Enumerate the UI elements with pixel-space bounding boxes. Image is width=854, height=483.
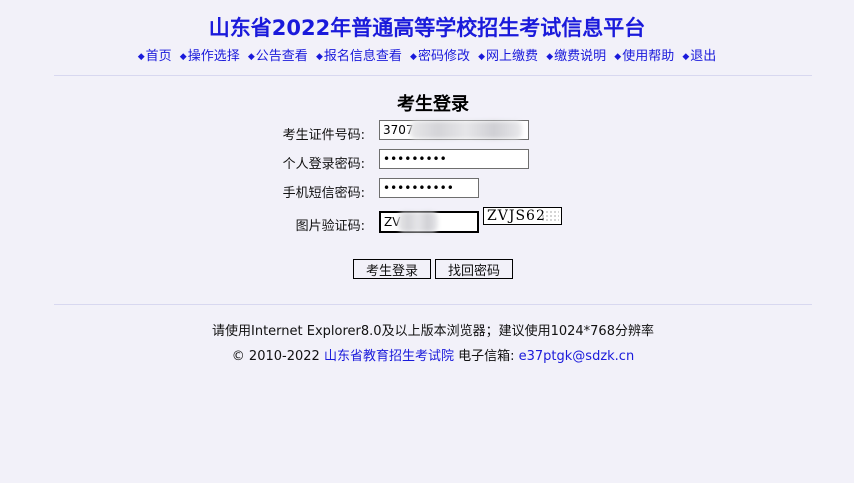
nav-label: 报名信息查看 [323, 49, 402, 64]
browser-note: 请使用Internet Explorer8.0及以上版本浏览器；建议使用1024… [212, 324, 654, 339]
id-number-row: 考生证件号码: [0, 120, 854, 144]
bullet-icon: ◆ [137, 52, 145, 62]
bullet-icon: ◆ [410, 52, 417, 62]
nav-operation-select[interactable]: ◆操作选择 [180, 49, 240, 64]
email-link[interactable]: e37ptgk@sdzk.cn [519, 349, 635, 364]
bullet-icon: ◆ [614, 52, 622, 62]
sms-password-input[interactable] [379, 178, 479, 198]
captcha-noise [541, 210, 559, 222]
nav-help[interactable]: ◆使用帮助 [614, 49, 674, 64]
sms-password-row: 手机短信密码: [0, 178, 854, 202]
nav-home[interactable]: ◆首页 [138, 49, 172, 64]
redaction-blur [398, 212, 438, 232]
divider [54, 304, 812, 305]
page-title: 山东省2022年普通高等学校招生考试信息平台 [208, 16, 646, 40]
bullet-icon: ◆ [247, 52, 255, 62]
nav-change-password[interactable]: ◆密码修改 [410, 49, 470, 64]
nav-label: 使用帮助 [622, 49, 675, 64]
nav-label: 缴费说明 [554, 49, 607, 64]
password-label: 个人登录密码: [282, 157, 365, 172]
nav-label: 密码修改 [417, 49, 470, 64]
captcha-row: 图片验证码: [0, 211, 854, 235]
org-link[interactable]: 山东省教育招生考试院 [324, 349, 454, 364]
nav-payment-guide[interactable]: ◆缴费说明 [546, 49, 606, 64]
nav-label: 首页 [145, 49, 172, 64]
captcha-label: 图片验证码: [295, 219, 365, 234]
nav-logout[interactable]: ◆退出 [682, 49, 716, 64]
email-label: 电子信箱: [458, 349, 515, 364]
login-title: 考生登录 [397, 94, 469, 115]
divider [54, 75, 812, 76]
login-button[interactable]: 考生登录 [353, 259, 431, 279]
bullet-icon: ◆ [478, 52, 486, 62]
recover-password-button[interactable]: 找回密码 [435, 259, 513, 279]
redaction-blur [410, 121, 522, 139]
bullet-icon: ◆ [546, 52, 554, 62]
nav-label: 操作选择 [187, 49, 240, 64]
password-row: 个人登录密码: [0, 149, 854, 173]
nav-label: 网上缴费 [486, 49, 539, 64]
nav-announcements[interactable]: ◆公告查看 [248, 49, 308, 64]
top-nav: ◆首页 ◆操作选择 ◆公告查看 ◆报名信息查看 ◆密码修改 ◆网上缴费 ◆缴费说… [0, 45, 854, 64]
sms-password-label: 手机短信密码: [282, 186, 365, 201]
id-number-label: 考生证件号码: [282, 128, 365, 143]
captcha-image-text: ZVJS62 [487, 208, 546, 224]
nav-label: 退出 [690, 49, 717, 64]
bullet-icon: ◆ [179, 52, 187, 62]
copyright-line: © 2010-2022 山东省教育招生考试院 电子信箱: e37ptgk@sdz… [0, 345, 854, 364]
nav-label: 公告查看 [255, 49, 308, 64]
bullet-icon: ◆ [682, 52, 690, 62]
nav-registration-info[interactable]: ◆报名信息查看 [316, 49, 402, 64]
nav-online-payment[interactable]: ◆网上缴费 [478, 49, 538, 64]
copyright-text: © 2010-2022 [231, 349, 320, 364]
bullet-icon: ◆ [315, 52, 323, 62]
captcha-image[interactable]: ZVJS62 [483, 207, 562, 225]
password-input[interactable] [379, 149, 529, 169]
